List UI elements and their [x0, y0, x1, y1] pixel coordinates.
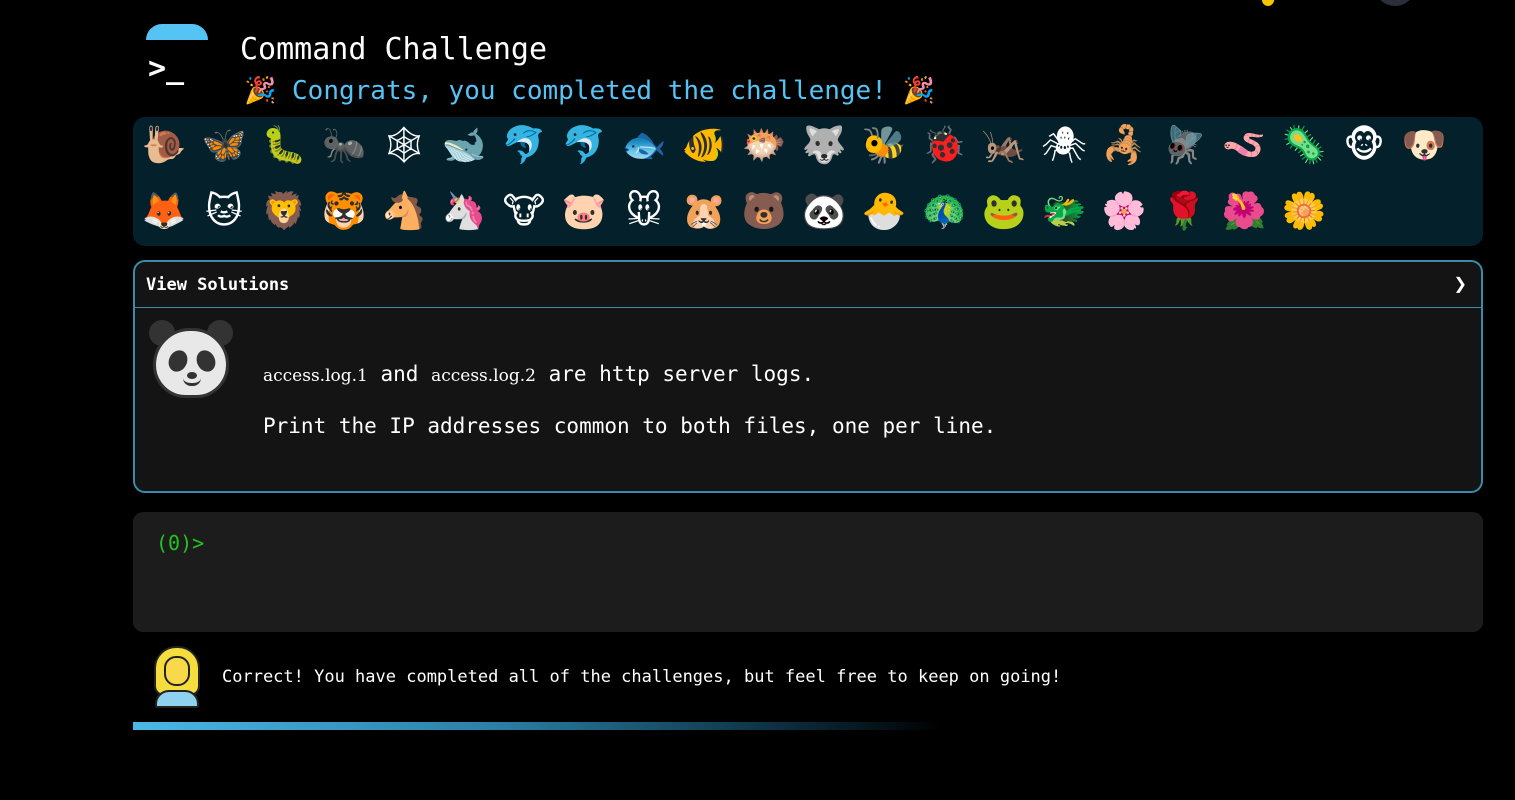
challenge-animal-icon[interactable]: 🦁 — [261, 189, 307, 235]
solutions-panel: View Solutions ❯ access.log.1 and access… — [133, 260, 1483, 493]
challenge-animal-icon[interactable]: 🌼 — [1281, 189, 1327, 235]
challenge-animal-icon[interactable]: 🐬 — [501, 123, 547, 169]
challenge-animal-icon[interactable]: 🐬 — [561, 123, 607, 169]
challenge-animal-icon[interactable]: 🐹 — [681, 189, 727, 235]
challenge-animal-icon[interactable]: 🦄 — [441, 189, 487, 235]
challenge-animal-icon[interactable]: 🐵 — [1341, 123, 1387, 169]
challenge-animal-icon[interactable]: 🐋 — [441, 123, 487, 169]
challenge-animal-icon[interactable]: 🕷 — [1041, 123, 1087, 169]
challenge-animal-icon[interactable]: 🦗 — [981, 123, 1027, 169]
challenge-progress-grid: 🐌 🦋 🐛 🐜 🕸 🐋 🐬 🐬 🐟 🐠 🐡 🐺 🐝 🐞 🦗 🕷 🦂 🪰 🪱 🦠 🐵 🐶 🦊 🐱 🦁 🐯 🐴 🦄 🐮 🐷 🐭 🐹 🐻 🐼 🐣 🦚 🐸 🐲 🌸 🌹… — [133, 117, 1483, 246]
terminal-prompt-icon: >_ — [148, 51, 185, 86]
challenge-animal-icon[interactable]: 🐭 — [621, 189, 667, 235]
challenge-animal-icon[interactable]: 🐮 — [501, 189, 547, 235]
feedback-message: Correct! You have completed all of the c… — [222, 667, 1062, 687]
corner-badge-icon — [1260, 0, 1276, 8]
challenge-animal-icon[interactable]: 🐼 — [801, 189, 847, 235]
challenge-animal-icon[interactable]: 🦂 — [1101, 123, 1147, 169]
challenge-animal-icon[interactable]: 🐌 — [141, 123, 187, 169]
and-text: and — [367, 362, 432, 386]
challenge-animal-icon[interactable]: 🐛 — [261, 123, 307, 169]
challenge-animal-icon[interactable]: 🐜 — [321, 123, 367, 169]
chevron-right-icon: ❯ — [1453, 272, 1467, 297]
challenge-animal-icon[interactable]: 🐺 — [801, 123, 847, 169]
panda-avatar-icon — [147, 320, 237, 400]
file-name-2: access.log.2 — [431, 366, 536, 386]
challenge-animal-icon[interactable]: 🌺 — [1221, 189, 1267, 235]
user-avatar-button[interactable] — [1374, 0, 1416, 6]
challenge-animal-icon[interactable]: 🐷 — [561, 189, 607, 235]
file-name-1: access.log.1 — [263, 366, 368, 386]
challenge-animal-icon[interactable]: 🐣 — [861, 189, 907, 235]
challenge-animal-icon[interactable]: 🐡 — [741, 123, 787, 169]
terminal-prompt: (0)> — [156, 531, 205, 555]
app-logo-icon[interactable]: >_ — [146, 24, 210, 88]
challenge-animal-icon[interactable]: 🐱 — [201, 189, 247, 235]
challenge-animal-icon[interactable]: 🐲 — [1041, 189, 1087, 235]
challenge-description: access.log.1 and access.log.2 are http s… — [263, 360, 814, 390]
challenge-instruction: Print the IP addresses common to both fi… — [263, 414, 997, 438]
umbrella-shape — [146, 24, 208, 40]
challenge-animal-icon[interactable]: 🐠 — [681, 123, 727, 169]
challenge-animal-icon[interactable]: 🪰 — [1161, 123, 1207, 169]
challenge-animal-icon[interactable]: 🐸 — [981, 189, 1027, 235]
challenge-animal-icon[interactable]: 🦋 — [201, 123, 247, 169]
challenge-animal-icon[interactable]: 🐝 — [861, 123, 907, 169]
challenge-animal-icon[interactable]: 🐻 — [741, 189, 787, 235]
challenge-animal-icon[interactable]: 🪱 — [1221, 123, 1267, 169]
challenge-animal-icon[interactable]: 🐯 — [321, 189, 367, 235]
woman-avatar-icon — [152, 644, 206, 710]
challenge-animal-icon[interactable]: 🦚 — [921, 189, 967, 235]
progress-bar — [133, 722, 943, 730]
view-solutions-label: View Solutions — [146, 275, 290, 295]
challenge-animal-icon[interactable]: 🐟 — [621, 123, 667, 169]
challenge-animal-icon[interactable]: 🌹 — [1161, 189, 1207, 235]
challenge-animal-icon[interactable]: 🐶 — [1401, 123, 1447, 169]
terminal-input-area[interactable]: (0)> — [133, 512, 1483, 632]
challenge-animal-icon[interactable]: 🦠 — [1281, 123, 1327, 169]
challenge-animal-icon[interactable]: 🐴 — [381, 189, 427, 235]
challenge-animal-icon[interactable]: 🕸 — [381, 123, 427, 169]
congrats-message: 🎉 Congrats, you completed the challenge!… — [244, 76, 935, 106]
view-solutions-toggle[interactable]: View Solutions ❯ — [135, 262, 1481, 308]
challenge-animal-icon[interactable]: 🦊 — [141, 189, 187, 235]
app-title: Command Challenge — [240, 32, 548, 67]
description-tail: are http server logs. — [535, 362, 815, 386]
challenge-animal-icon[interactable]: 🐞 — [921, 123, 967, 169]
challenge-animal-icon[interactable]: 🌸 — [1101, 189, 1147, 235]
